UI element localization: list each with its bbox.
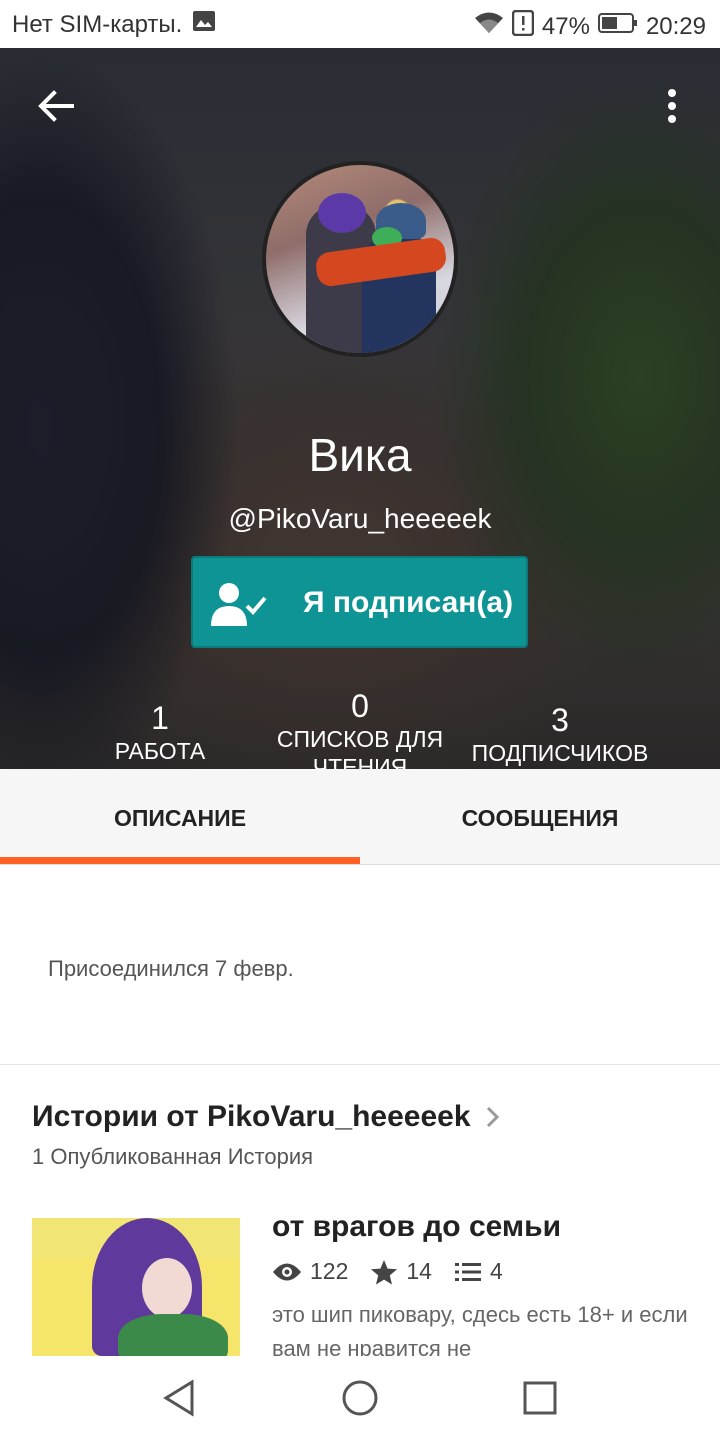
- tab-messages[interactable]: СООБЩЕНИЯ: [360, 769, 720, 865]
- tab-description[interactable]: ОПИСАНИЕ: [0, 769, 360, 865]
- following-button-label: Я подписан(а): [303, 586, 514, 619]
- stat-value: 0: [351, 688, 369, 724]
- chevron-right-icon: [485, 1104, 501, 1130]
- header-background: [0, 48, 720, 769]
- active-tab-indicator: [0, 857, 360, 864]
- nav-back-button[interactable]: [160, 1378, 200, 1418]
- stat-value: 1: [151, 700, 169, 736]
- avatar[interactable]: [262, 161, 458, 357]
- stat-followers[interactable]: 3 ПОДПИСЧИКОВ: [460, 702, 660, 767]
- parts-stat: 4: [454, 1258, 503, 1285]
- story-title[interactable]: от врагов до семьи: [272, 1210, 561, 1244]
- profile-header: Вика @PikoVaru_heeeeek Я подписан(а) 1 Р…: [0, 48, 720, 769]
- stat-reading-lists[interactable]: 0 СПИСКОВ ДЛЯ ЧТЕНИЯ: [260, 688, 460, 769]
- stat-label: РАБОТА: [114, 738, 206, 764]
- battery-icon: [597, 12, 638, 41]
- profile-tabs: ОПИСАНИЕ СООБЩЕНИЯ: [0, 769, 720, 865]
- more-options-button[interactable]: [656, 84, 688, 128]
- alert-icon: [511, 9, 535, 43]
- circle-home-icon: [342, 1380, 378, 1416]
- stories-count: 1 Опубликованная История: [32, 1144, 314, 1169]
- triangle-back-icon: [163, 1379, 194, 1417]
- back-button[interactable]: [34, 84, 78, 128]
- system-nav-bar: [0, 1356, 720, 1440]
- following-button[interactable]: Я подписан(а): [191, 556, 528, 648]
- wifi-icon: [474, 11, 504, 42]
- story-description: это шип пиковару, сдесь есть 18+ и если …: [272, 1302, 688, 1356]
- nav-home-button[interactable]: [340, 1378, 380, 1418]
- nav-recent-apps-button[interactable]: [520, 1378, 560, 1418]
- stat-works[interactable]: 1 РАБОТА: [80, 700, 240, 765]
- star-icon: [371, 1259, 398, 1284]
- list-icon: [454, 1262, 481, 1281]
- parts-count: 4: [489, 1258, 503, 1284]
- stat-value: 3: [551, 702, 569, 738]
- more-vertical-icon: [668, 89, 676, 123]
- story-stats: 122 14 4: [272, 1258, 525, 1285]
- views-count: 122: [310, 1258, 349, 1284]
- carrier-text: Нет SIM-карты.: [12, 10, 183, 38]
- votes-count: 14: [406, 1258, 432, 1284]
- user-check-icon: [207, 580, 271, 628]
- arrow-left-icon: [38, 90, 74, 122]
- clock: 20:29: [645, 12, 706, 40]
- votes-stat: 14: [370, 1258, 432, 1285]
- views-stat: 122: [272, 1258, 348, 1285]
- stories-section-header[interactable]: Истории от PikoVaru_heeeeek: [32, 1100, 501, 1134]
- stories-title: Истории от PikoVaru_heeeeek: [32, 1100, 471, 1133]
- status-bar: Нет SIM-карты. 47% 20:29: [0, 0, 720, 48]
- square-recent-icon: [523, 1381, 557, 1415]
- image-notification-icon: [192, 10, 216, 39]
- eye-icon: [273, 1263, 301, 1280]
- stat-label: СПИСКОВ ДЛЯ ЧТЕНИЯ: [276, 726, 444, 769]
- section-divider: [0, 1064, 720, 1065]
- joined-date: Присоединился 7 февр.: [48, 956, 294, 981]
- battery-percent: 47%: [541, 12, 590, 40]
- profile-handle: @PikoVaru_heeeeek: [228, 503, 492, 534]
- profile-name: Вика: [308, 429, 412, 481]
- story-cover-image[interactable]: [32, 1218, 240, 1356]
- stat-label: ПОДПИСЧИКОВ: [471, 740, 649, 766]
